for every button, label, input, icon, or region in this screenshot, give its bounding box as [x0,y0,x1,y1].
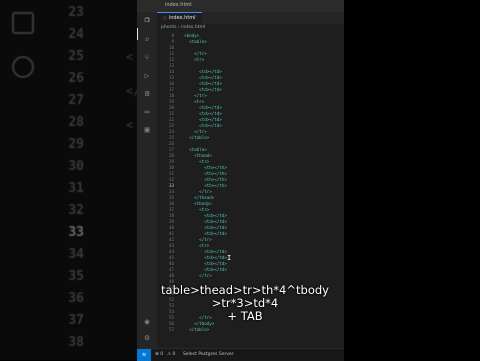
code-text: </table> [179,327,210,332]
blurred-line-number: 31 [68,181,84,196]
blurred-line-number: 29 [68,137,84,152]
caption-line-3: + TAB [227,309,263,323]
explorer-icon[interactable]: ❐ [143,16,151,24]
window-title: index.html [165,2,192,8]
blurred-line-number: 37 [68,313,84,328]
blurred-line-number: 35 [68,269,84,284]
blurred-tag: </ [126,84,137,98]
blurred-tag: < [126,50,134,64]
settings-gear-icon[interactable]: ⚙ [143,334,151,342]
background-right [344,0,480,360]
tab-label: index.html [168,15,196,21]
line-number: 57 [168,327,174,332]
blurred-line-number: 23 [68,5,84,20]
blurred-line-number: 34 [68,247,84,262]
blurred-line-number: 32 [68,203,84,218]
remote-indicator-icon[interactable]: ⇆ [137,349,151,361]
blurred-line-number: 26 [68,71,84,86]
search-icon[interactable]: ⌕ [143,36,151,44]
run-debug-icon[interactable]: ▷ [143,72,151,80]
postgres-server-selector[interactable]: Select Postgres Server [183,349,234,360]
remote-explorer-icon[interactable]: ▭ [143,108,151,116]
blurred-line-number: 33 [68,225,84,240]
breadcrumb-separator: › [177,25,180,30]
html-file-icon: ◇ [163,15,167,21]
editor-tabs: ◇ index.html [157,12,344,24]
blurred-line-numbers: 23 24 25 26 27 28 29 30 31 32 33 34 35 36 37 38 [54,0,84,360]
blurred-line-number: 28 [68,115,84,130]
blurred-tag: < [126,118,134,132]
breadcrumb-folder[interactable]: phonts [161,25,176,30]
text-cursor-icon: I [227,254,232,262]
title-bar: index.html [137,0,344,12]
blurred-line-number: 24 [68,27,84,42]
extensions-icon[interactable]: ⊞ [143,90,151,98]
blurred-line-number: 27 [68,93,84,108]
code-line: 57 </table> [157,327,344,333]
blurred-line-number: 38 [68,335,84,350]
blurred-icon [12,56,34,78]
status-bar: ⇆ ⊗ 0 ⚠ 0 Select Postgres Server [137,348,344,361]
status-errors[interactable]: ⊗ 0 [155,349,163,360]
tab-index-html[interactable]: ◇ index.html [157,12,202,24]
status-warnings[interactable]: ⚠ 0 [167,349,175,360]
breadcrumb: phonts › index.html [157,25,348,32]
source-control-icon[interactable]: ⑂ [143,54,151,62]
blurred-line-number: 36 [68,291,84,306]
breadcrumb-file[interactable]: index.html [181,25,205,30]
video-caption: table>thead>tr>th*4^tbody >tr*3>td*4 + T… [150,284,340,323]
database-icon[interactable]: ▣ [143,126,151,134]
blurred-line-number: 30 [68,159,84,174]
background-blur-left: 23 24 25 26 27 28 29 30 31 32 33 34 35 36 37 38 < </ < [0,0,137,360]
blurred-icon [12,12,34,34]
blurred-line-number: 25 [68,49,84,64]
active-indicator [137,28,138,40]
